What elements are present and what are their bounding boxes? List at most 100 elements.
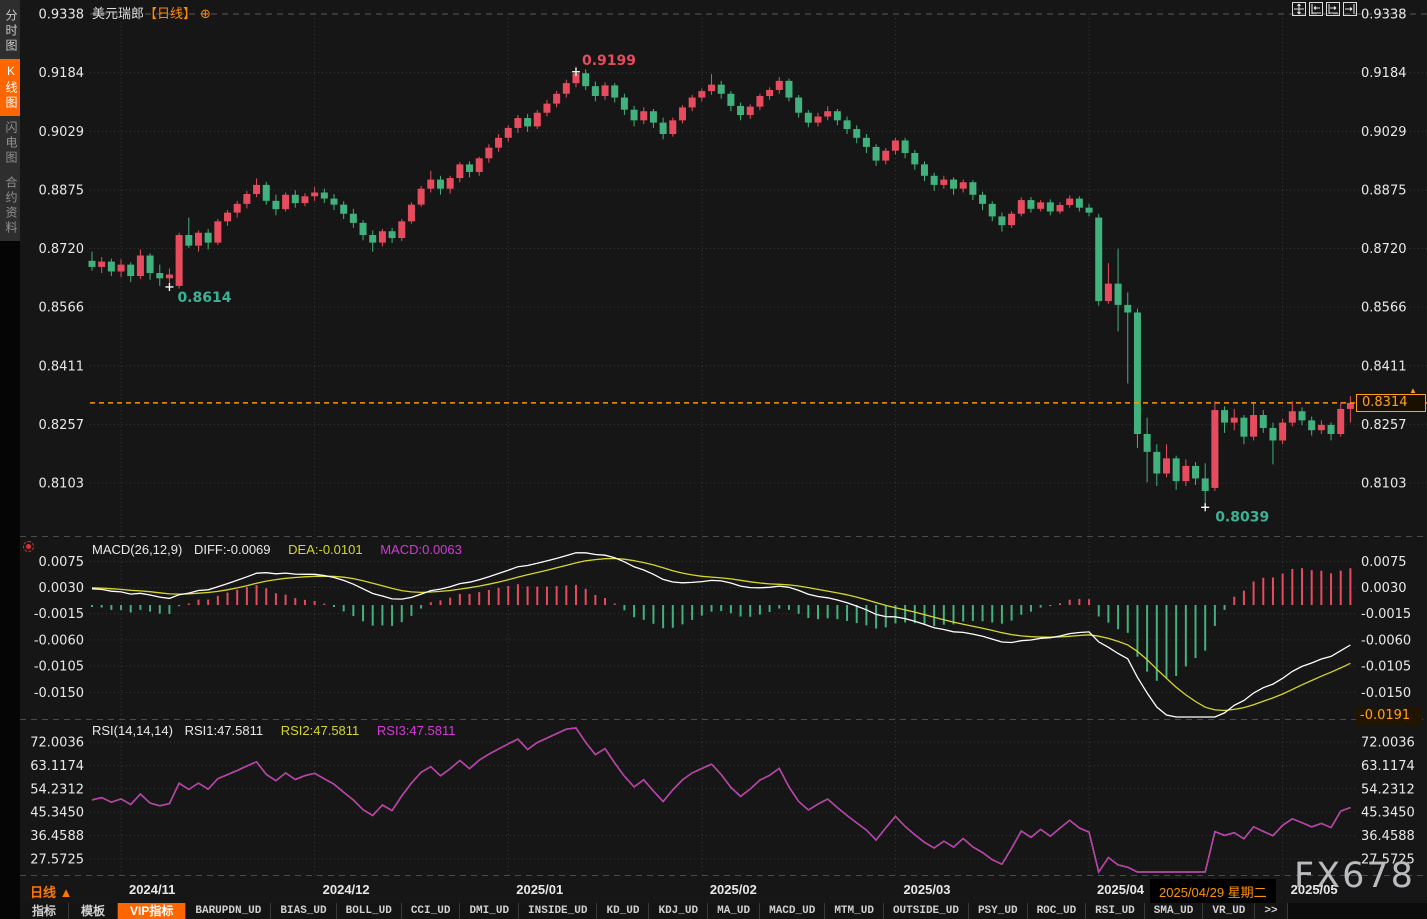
toolbar-button-vrud[interactable]: VR_UD	[1203, 903, 1255, 919]
toolbar-button-dmiud[interactable]: DMI_UD	[460, 903, 519, 919]
candle-body	[1144, 434, 1151, 452]
price-tick-right: 0.9184	[1361, 66, 1407, 81]
candle-body	[224, 213, 231, 222]
toolbar-button-bollud[interactable]: BOLL_UD	[337, 903, 402, 919]
candle-body	[1173, 458, 1180, 481]
compress-x-icon[interactable]	[1309, 2, 1323, 16]
sidebar-tab-kline[interactable]: K线图	[0, 59, 20, 116]
macd-tick-left: -0.0015	[34, 607, 84, 622]
watermark-logo: FX678	[1294, 856, 1415, 896]
candle-body	[1134, 312, 1141, 434]
price-tick-right: 0.9029	[1361, 125, 1407, 140]
toolbar-button-模板[interactable]: 模板	[69, 903, 118, 919]
candle-body	[950, 180, 957, 189]
macd-tick-right: -0.0150	[1361, 686, 1411, 701]
candle-body	[815, 117, 822, 123]
price-tick-left: 0.8411	[39, 359, 85, 374]
toolbar-button-kdud[interactable]: KD_UD	[597, 903, 649, 919]
candle-body	[863, 138, 870, 147]
price-tick-right: 0.8720	[1361, 242, 1407, 257]
toolbar-button-maud[interactable]: MA_UD	[708, 903, 760, 919]
sidebar-tab-flash[interactable]: 闪电图	[0, 116, 20, 171]
indicator-target-icon[interactable]	[23, 541, 34, 552]
candle-body	[737, 106, 744, 115]
toolbar-button-cciud[interactable]: CCI_UD	[402, 903, 461, 919]
candle-body	[873, 147, 880, 161]
month-tick-label: 2025/03	[903, 882, 950, 897]
price-tick-left: 0.9184	[39, 66, 85, 81]
rsi-tick-left: 63.1174	[30, 759, 84, 774]
candle-body	[1289, 411, 1296, 422]
candle-body	[1211, 410, 1218, 488]
toolbar-button-rocud[interactable]: ROC_UD	[1028, 903, 1087, 919]
candle-body	[602, 85, 609, 96]
candle-body	[1057, 205, 1064, 211]
candle-body	[205, 233, 212, 243]
rsi-tick-right: 54.2312	[1361, 782, 1415, 797]
toolbar-button-rsiud[interactable]: RSI_UD	[1086, 903, 1145, 919]
price-tick-left: 0.8103	[39, 477, 85, 492]
period-selector[interactable]: 日线 ▲	[30, 882, 72, 901]
candle-body	[979, 195, 986, 204]
candle-body	[563, 83, 570, 94]
toolbar-button-insideud[interactable]: INSIDE_UD	[519, 903, 597, 919]
candle-body	[389, 231, 396, 238]
candle-body	[89, 261, 96, 267]
extreme-cross-marker	[1201, 503, 1209, 511]
candle-body	[1250, 415, 1257, 437]
candle-body	[282, 195, 289, 209]
symbol-name: 美元瑞郎	[92, 6, 144, 21]
sidebar-tab-contract-info[interactable]: 合约资料	[0, 171, 20, 241]
toolbar-button-smaud[interactable]: SMA_UD	[1145, 903, 1204, 919]
toolbar-button-biasud[interactable]: BIAS_UD	[271, 903, 336, 919]
toolbar-button-psyud[interactable]: PSY_UD	[969, 903, 1028, 919]
candle-body	[1018, 200, 1025, 214]
candle-body	[718, 85, 725, 94]
rsi2-value: RSI2:47.5811	[281, 723, 360, 738]
pan-chart-icon[interactable]	[1292, 2, 1306, 16]
expand-x-icon[interactable]	[1326, 2, 1340, 16]
candle-body	[640, 111, 647, 120]
candle-body	[514, 118, 521, 128]
candle-body	[437, 180, 444, 189]
candlestick-chart[interactable]: 0.93380.93380.91840.91840.90290.90290.88…	[0, 0, 1427, 877]
candle-body	[785, 81, 792, 98]
candle-body	[1066, 199, 1073, 205]
toolbar-button-outsideud[interactable]: OUTSIDE_UD	[884, 903, 969, 919]
rsi3-line	[92, 728, 1350, 872]
candle-body	[1308, 420, 1315, 430]
macd-min-tag: -0.0191	[1356, 707, 1422, 725]
candle-body	[1221, 410, 1228, 423]
macd-tick-left: -0.0150	[34, 686, 84, 701]
candle-body	[1182, 466, 1189, 481]
candle-body	[1076, 199, 1083, 208]
macd-labels: MACD(26,12,9) DIFF:-0.0069 DEA:-0.0101 M…	[92, 542, 462, 557]
month-tick-label: 2024/12	[323, 882, 370, 897]
toolbar-button-指标[interactable]: 指标	[20, 903, 69, 919]
price-tick-left: 0.9029	[39, 125, 85, 140]
price-tick-right: 0.8875	[1361, 183, 1407, 198]
candle-body	[708, 85, 715, 91]
candle-body	[263, 185, 270, 201]
toolbar-button-vip指标[interactable]: VIP指标	[118, 903, 186, 919]
candle-body	[911, 153, 918, 164]
toolbar-button-macdud[interactable]: MACD_UD	[760, 903, 825, 919]
candle-body	[795, 98, 802, 113]
price-tick-left: 0.8875	[39, 183, 85, 198]
candle-body	[350, 214, 357, 223]
toolbar-button-kdjud[interactable]: KDJ_UD	[649, 903, 708, 919]
candle-body	[495, 138, 502, 148]
crosshair-icon[interactable]: ⊕	[200, 6, 211, 21]
candle-body	[292, 195, 299, 203]
chart-toolbar-icons	[1292, 2, 1357, 16]
macd-tick-right: -0.0015	[1361, 607, 1411, 622]
candle-body	[1027, 200, 1034, 209]
toolbar-button-barupdnud[interactable]: BARUPDN_UD	[186, 903, 271, 919]
toolbar-button-mtmud[interactable]: MTM_UD	[825, 903, 884, 919]
candle-body	[1115, 284, 1122, 305]
sidebar-tab-timeline[interactable]: 分时图	[0, 4, 20, 59]
toolbar-button->>[interactable]: >>	[1255, 903, 1287, 919]
candle-body	[456, 164, 463, 178]
candle-body	[582, 73, 589, 86]
jump-latest-icon[interactable]	[1343, 2, 1357, 16]
